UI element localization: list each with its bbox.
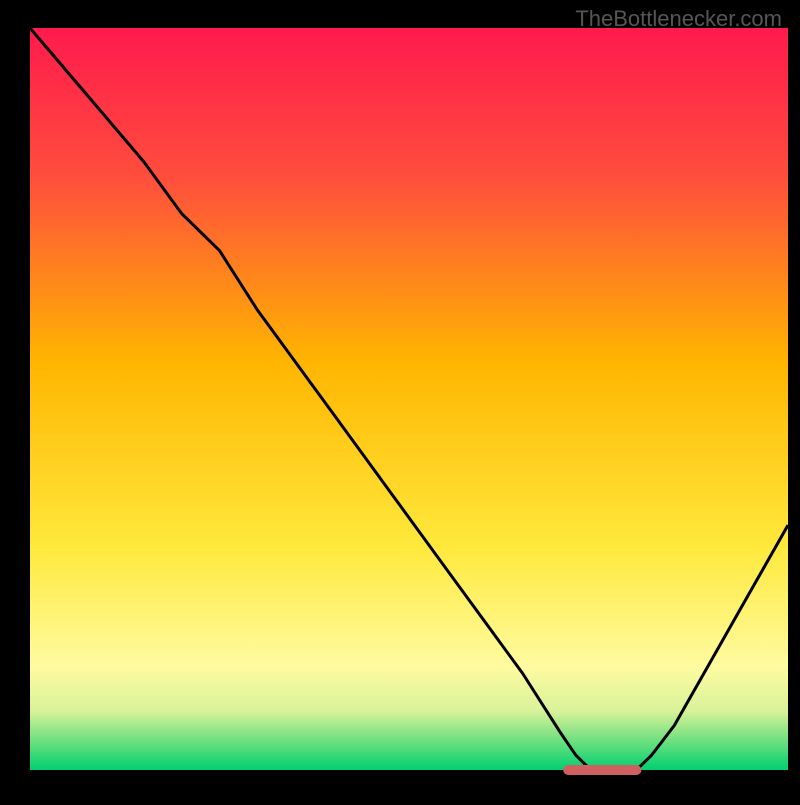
watermark-text: TheBottlenecker.com <box>575 6 782 32</box>
chart-svg <box>0 0 800 800</box>
bottleneck-chart <box>0 0 800 800</box>
plot-background <box>30 28 788 770</box>
